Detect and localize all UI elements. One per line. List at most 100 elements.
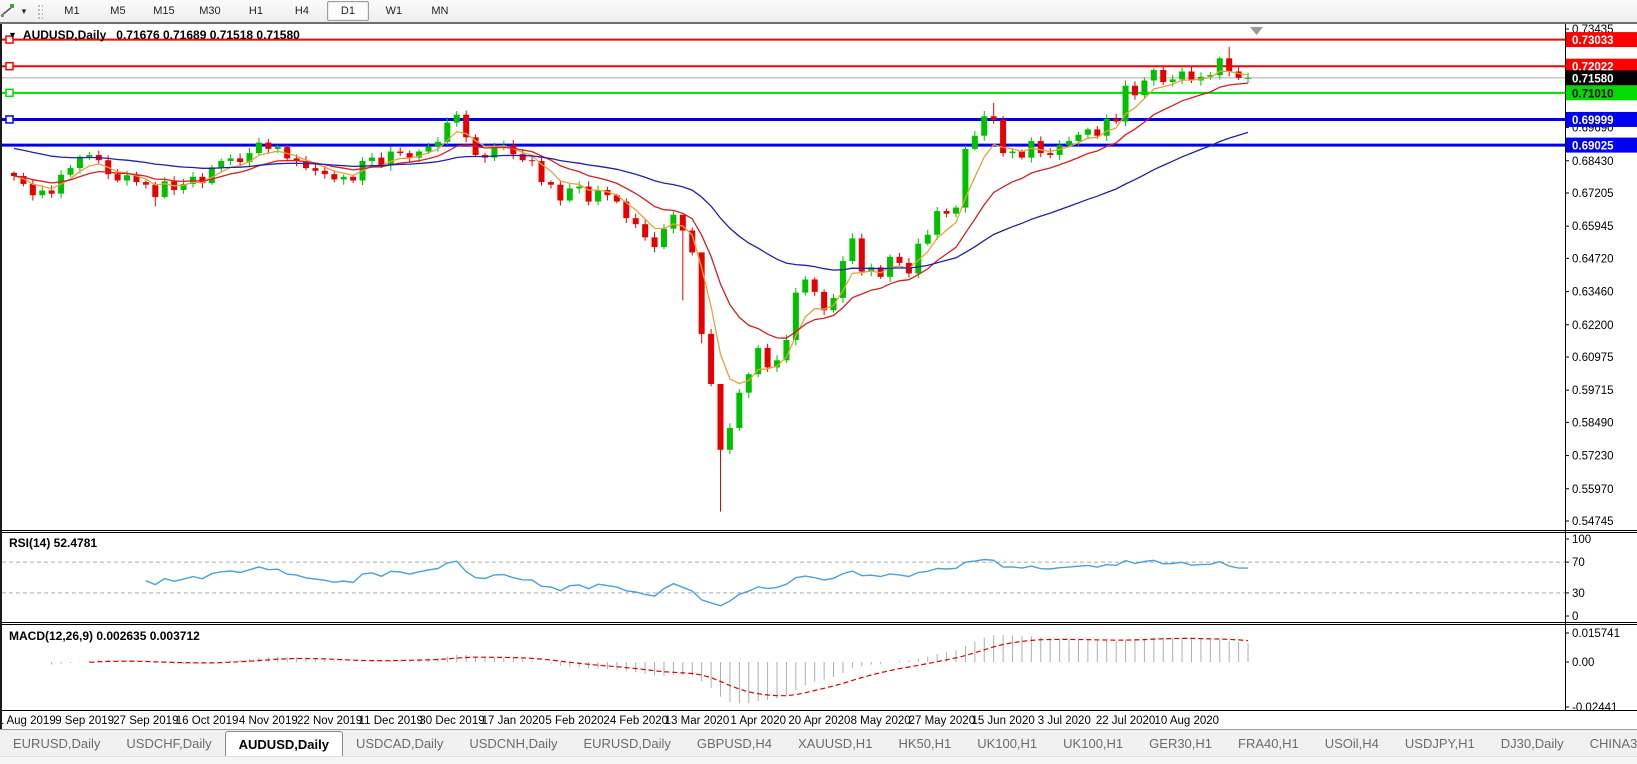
current-price-badge: 0.71580 bbox=[1566, 70, 1637, 86]
axis-tick-label: 0.64720 bbox=[1572, 253, 1614, 265]
axis-tick-label: 0.60975 bbox=[1572, 352, 1614, 364]
date-axis-label: 9 Sep 2019 bbox=[55, 715, 114, 727]
date-axis-label: 5 Feb 2020 bbox=[545, 715, 603, 727]
axis-tick-label: 0.65945 bbox=[1572, 221, 1614, 233]
hline-0.69999[interactable] bbox=[2, 115, 1565, 124]
date-axis-label: 10 Aug 2020 bbox=[1154, 715, 1219, 727]
axis-tick-label: 0.63460 bbox=[1572, 287, 1614, 299]
chart-tab-usdcad-daily[interactable]: USDCAD,Daily bbox=[343, 730, 456, 757]
chart-symbol-title: ▼ AUDUSD,Daily 0.71676 0.71689 0.71518 0… bbox=[8, 28, 300, 42]
svg-text:0.71010: 0.71010 bbox=[1572, 88, 1614, 100]
toolbar: ▼ M1 M5 M15 M30 H1 H4 D1 W1 MN bbox=[0, 0, 1637, 24]
price-badge-0.71010: 0.71010 bbox=[1566, 85, 1637, 101]
chart-shift-marker-icon[interactable] bbox=[1250, 27, 1263, 35]
axis-tick-label: 30 bbox=[1572, 588, 1585, 600]
price-badge-0.69025: 0.69025 bbox=[1566, 137, 1637, 153]
timeframe-button-d1[interactable]: D1 bbox=[326, 1, 369, 21]
trendline-tool-icon bbox=[0, 4, 14, 17]
axis-tick-label: 0.00 bbox=[1572, 657, 1594, 669]
symbol-name: AUDUSD,Daily bbox=[22, 28, 107, 42]
axis-tick-label: 0.015741 bbox=[1572, 628, 1620, 640]
macd-indicator-label: MACD(12,26,9) 0.002635 0.003712 bbox=[9, 629, 200, 643]
line-tool-button[interactable]: ▼ bbox=[0, 1, 32, 21]
date-axis-label: 27 Sep 2019 bbox=[113, 715, 178, 727]
date-axis-label: 8 May 2020 bbox=[851, 715, 911, 727]
moving-average-40 bbox=[13, 131, 1249, 271]
date-axis-label: 4 Nov 2019 bbox=[239, 715, 298, 727]
chart-tab-hk50-h1[interactable]: HK50,H1 bbox=[885, 730, 964, 757]
axis-tick-label: 70 bbox=[1572, 557, 1585, 569]
moving-average-13 bbox=[13, 82, 1249, 339]
chart-tab-gbpusd-h4[interactable]: GBPUSD,H4 bbox=[684, 730, 785, 757]
svg-text:0.71580: 0.71580 bbox=[1572, 73, 1614, 85]
axis-tick-label: 0.55970 bbox=[1572, 484, 1614, 496]
svg-text:0.73033: 0.73033 bbox=[1572, 35, 1614, 47]
date-axis-label: 21 Aug 2019 bbox=[2, 715, 56, 727]
chart-tab-usdcnh-daily[interactable]: USDCNH,Daily bbox=[456, 730, 570, 757]
date-axis-label: 27 May 2020 bbox=[909, 715, 976, 727]
axis-tick-label: 0.67205 bbox=[1572, 188, 1614, 200]
macd-histogram bbox=[51, 635, 1249, 704]
chart-tab-eurusd-daily[interactable]: EURUSD,Daily bbox=[570, 730, 683, 757]
axis-tick-label: 0 bbox=[1572, 611, 1578, 623]
timeframe-button-m1[interactable]: M1 bbox=[51, 1, 93, 21]
macd-signal-line bbox=[89, 637, 1249, 697]
date-axis-label: 1 Apr 2020 bbox=[730, 715, 786, 727]
date-axis-label: 22 Jul 2020 bbox=[1096, 715, 1155, 727]
rsi-line bbox=[145, 558, 1248, 607]
timeframe-button-mn[interactable]: MN bbox=[419, 1, 461, 21]
svg-text:0.69999: 0.69999 bbox=[1572, 115, 1614, 127]
chart-tab-china300-h1[interactable]: CHINA300,H1 bbox=[1577, 730, 1637, 757]
date-axis-label: 17 Jan 2020 bbox=[482, 715, 545, 727]
ohlc-values: 0.71676 0.71689 0.71518 0.71580 bbox=[116, 28, 300, 42]
date-axis-label: 15 Jun 2020 bbox=[971, 715, 1034, 727]
toolbar-grip-handle[interactable] bbox=[35, 3, 43, 19]
chart-tab-usdchf-daily[interactable]: USDCHF,Daily bbox=[113, 730, 224, 757]
chart-tab-ger30-h1[interactable]: GER30,H1 bbox=[1136, 730, 1225, 757]
chart-tab-xauusd-h1[interactable]: XAUUSD,H1 bbox=[785, 730, 885, 757]
chart-tab-audusd-daily[interactable]: AUDUSD,Daily bbox=[224, 731, 343, 757]
chart-tab-usdjpy-h1[interactable]: USDJPY,H1 bbox=[1392, 730, 1488, 757]
date-axis-label: 30 Dec 2019 bbox=[419, 715, 484, 727]
axis-tick-label: 0.58490 bbox=[1572, 417, 1614, 429]
hline-0.72022[interactable] bbox=[2, 61, 1565, 71]
axis-tick-label: 0.59715 bbox=[1572, 385, 1614, 397]
chart-tab-uk100-h1[interactable]: UK100,H1 bbox=[1050, 730, 1136, 757]
timeframe-button-h4[interactable]: H4 bbox=[281, 1, 323, 21]
date-axis-label: 11 Dec 2019 bbox=[359, 715, 423, 727]
price-badge-0.73033: 0.73033 bbox=[1566, 32, 1637, 48]
axis-tick-label: 0.62200 bbox=[1572, 320, 1614, 332]
chart-tab-bar: EURUSD,Daily USDCHF,Daily AUDUSD,Daily USDC… bbox=[0, 729, 1637, 757]
rsi-indicator-label: RSI(14) 52.4781 bbox=[9, 536, 98, 550]
axis-tick-label: 0.54745 bbox=[1572, 516, 1614, 528]
date-axis-label: 24 Feb 2020 bbox=[603, 715, 668, 727]
svg-text:0.69025: 0.69025 bbox=[1572, 141, 1614, 153]
price-badge-0.69999: 0.69999 bbox=[1566, 111, 1637, 127]
timeframe-button-group: M1 M5 M15 M30 H1 H4 D1 W1 MN bbox=[49, 1, 463, 21]
axis-tick-label: 0.57230 bbox=[1572, 451, 1614, 463]
date-axis-label: 20 Apr 2020 bbox=[788, 715, 850, 727]
date-axis-label: 3 Jul 2020 bbox=[1038, 715, 1091, 727]
axis-tick-label: 0.68430 bbox=[1572, 156, 1614, 168]
timeframe-button-h1[interactable]: H1 bbox=[235, 1, 277, 21]
date-axis-label: 13 Mar 2020 bbox=[665, 715, 730, 727]
timeframe-button-w1[interactable]: W1 bbox=[373, 1, 415, 21]
chart-tab-fra40-h1[interactable]: FRA40,H1 bbox=[1225, 730, 1312, 757]
timeframe-button-m5[interactable]: M5 bbox=[97, 1, 139, 21]
date-axis-label: 16 Oct 2019 bbox=[176, 715, 239, 727]
date-axis-label: 22 Nov 2019 bbox=[297, 715, 362, 727]
chart-tab-uk100-h1[interactable]: UK100,H1 bbox=[964, 730, 1050, 757]
chart-tab-eurusd-daily[interactable]: EURUSD,Daily bbox=[0, 730, 113, 757]
chart-tab-dj30-daily[interactable]: DJ30,Daily bbox=[1488, 730, 1577, 757]
chart-tab-usoil-h4[interactable]: USOil,H4 bbox=[1312, 730, 1392, 757]
timeframe-button-m30[interactable]: M30 bbox=[189, 1, 231, 21]
candlestick-series bbox=[11, 46, 1252, 512]
symbol-dropdown-icon[interactable]: ▼ bbox=[8, 30, 17, 40]
axis-tick-label: 100 bbox=[1572, 534, 1591, 546]
axis-tick-label: -0.02441 bbox=[1572, 702, 1617, 714]
price-chart-canvas[interactable]: 0.734350.696900.684300.672050.659450.647… bbox=[2, 24, 1637, 729]
chart-region[interactable]: 0.73435 0.69690 0.68430 0.67205 0.65945 0.647… bbox=[0, 24, 1637, 729]
hline-0.71010[interactable] bbox=[2, 88, 1565, 98]
timeframe-button-m15[interactable]: M15 bbox=[143, 1, 185, 21]
chevron-down-icon[interactable]: ▼ bbox=[20, 7, 28, 16]
